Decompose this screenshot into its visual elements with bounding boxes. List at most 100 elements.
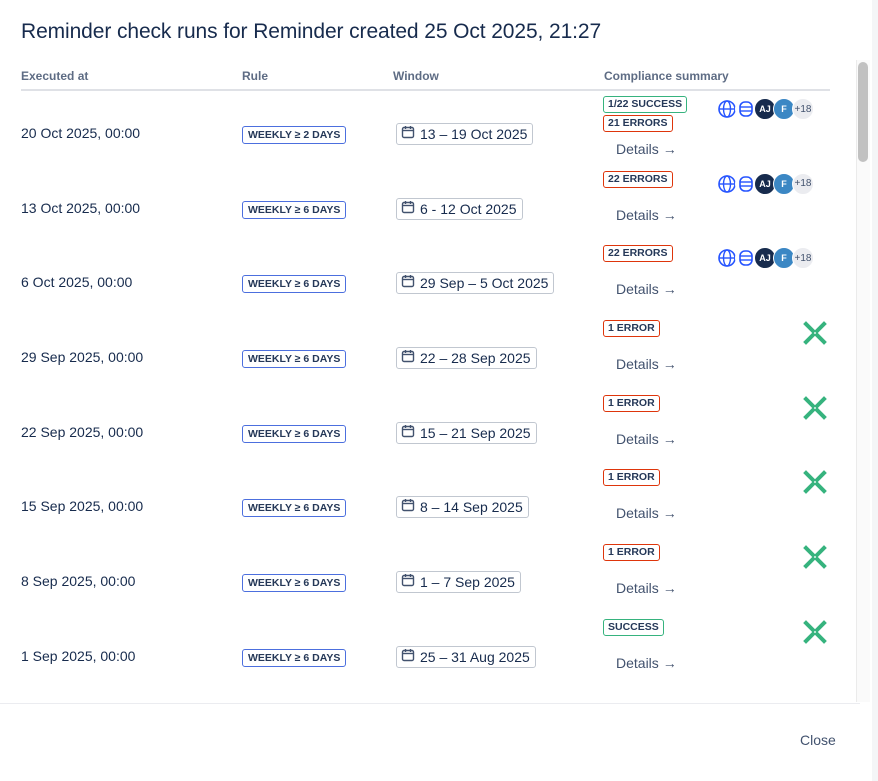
- check-status-icon: [802, 469, 830, 497]
- details-label: Details: [616, 356, 659, 373]
- executed-at-cell: 8 Sep 2025, 00:00: [21, 573, 136, 590]
- compliance-summary-cell: 1 ERROR Details →: [603, 544, 833, 614]
- assignee-avatars[interactable]: AJ F +18: [716, 172, 814, 195]
- window-text: 29 Sep – 5 Oct 2025: [420, 275, 549, 292]
- executed-at-cell: 1 Sep 2025, 00:00: [21, 647, 136, 664]
- rule-lozenge: WEEKLY ≥ 6 DAYS: [242, 200, 347, 219]
- arrow-right-icon: →: [662, 580, 677, 597]
- assignee-avatars[interactable]: AJ F +18: [716, 247, 814, 270]
- executed-at-cell: 15 Sep 2025, 00:00: [21, 498, 144, 515]
- details-link[interactable]: Details →: [616, 655, 677, 671]
- window-text: 8 – 14 Sep 2025: [420, 499, 523, 516]
- close-button[interactable]: Close: [790, 724, 846, 756]
- error-badge: 22 ERRORS: [603, 170, 673, 188]
- compliance-summary-cell: 1 ERROR Details →: [603, 320, 833, 390]
- modal-title: Reminder check runs for Reminder created…: [21, 20, 602, 43]
- window-date-range: 1 – 7 Sep 2025: [396, 571, 521, 594]
- details-link[interactable]: Details →: [616, 431, 677, 447]
- table-row: 29 Sep 2025, 00:00 WEEKLY ≥ 6 DAYS 22 – 28…: [0, 317, 860, 392]
- compliance-summary-cell: SUCCESS Details →: [603, 618, 833, 689]
- compliance-summary-cell: 22 ERRORS Details → AJ F +18: [603, 245, 833, 315]
- calendar-icon: [401, 497, 415, 517]
- reminder-runs-modal: Reminder check runs for Reminder created…: [0, 0, 878, 781]
- compliance-summary-cell: 1 ERROR Details →: [603, 394, 833, 465]
- calendar-icon: [401, 572, 415, 592]
- details-label: Details: [616, 430, 659, 447]
- calendar-icon: [401, 124, 415, 144]
- check-status-icon: [802, 619, 830, 647]
- details-label: Details: [616, 141, 659, 157]
- details-label: Details: [616, 206, 659, 223]
- status-badges: 1 ERROR: [603, 544, 833, 563]
- runs-table: Executed at Rule Window Compliance summa…: [0, 60, 860, 702]
- details-label: Details: [616, 505, 659, 522]
- rule-lozenge: WEEKLY ≥ 6 DAYS: [242, 424, 347, 443]
- window-date-range: 29 Sep – 5 Oct 2025: [396, 272, 555, 295]
- error-badge: 22 ERRORS: [603, 245, 673, 263]
- arrow-right-icon: →: [662, 206, 677, 223]
- calendar-icon: [401, 199, 415, 219]
- executed-at-cell: 22 Sep 2025, 00:00: [21, 423, 144, 440]
- window-date-range: 25 – 31 Aug 2025: [396, 645, 536, 668]
- details-link[interactable]: Details →: [616, 356, 677, 372]
- details-label: Details: [616, 654, 659, 671]
- more-avatars-count[interactable]: +18: [792, 172, 814, 195]
- column-header-compliance-summary: Compliance summary: [604, 69, 729, 83]
- status-badges: 1 ERROR: [603, 320, 833, 339]
- details-link[interactable]: Details →: [616, 505, 677, 521]
- table-row: 15 Sep 2025, 00:00 WEEKLY ≥ 6 DAYS 8 – 14 …: [0, 466, 860, 541]
- calendar-icon: [401, 273, 415, 293]
- calendar-icon: [401, 647, 415, 667]
- window-date-range: 8 – 14 Sep 2025: [396, 496, 529, 519]
- executed-at-cell: 13 Oct 2025, 00:00: [21, 199, 141, 216]
- window-date-range: 15 – 21 Sep 2025: [396, 421, 537, 444]
- window-text: 15 – 21 Sep 2025: [420, 424, 531, 441]
- check-status-icon: [802, 395, 830, 423]
- rule-lozenge: WEEKLY ≥ 6 DAYS: [242, 275, 347, 294]
- error-badge: 1 ERROR: [603, 394, 660, 412]
- rule-lozenge: WEEKLY ≥ 6 DAYS: [242, 648, 347, 667]
- table-row: 6 Oct 2025, 00:00 WEEKLY ≥ 6 DAYS 29 Sep –…: [0, 242, 860, 317]
- window-text: 1 – 7 Sep 2025: [420, 574, 515, 591]
- window-date-range: 22 – 28 Sep 2025: [396, 347, 537, 370]
- window-date-range: 13 – 19 Oct 2025: [396, 123, 534, 145]
- error-badge: 1 ERROR: [603, 320, 660, 338]
- calendar-icon: [401, 348, 415, 368]
- executed-at-cell: 29 Sep 2025, 00:00: [21, 349, 144, 366]
- table-row: 20 Oct 2025, 00:00 WEEKLY ≥ 2 DAYS 13 – 19…: [0, 93, 860, 168]
- column-header-window: Window: [393, 69, 439, 83]
- arrow-right-icon: →: [662, 141, 677, 157]
- table-header: Executed at Rule Window Compliance summa…: [21, 60, 830, 91]
- details-link[interactable]: Details →: [616, 207, 677, 223]
- assignee-avatars[interactable]: AJ F +18: [716, 98, 814, 120]
- details-link[interactable]: Details →: [616, 141, 677, 157]
- arrow-right-icon: →: [662, 430, 677, 447]
- window-text: 25 – 31 Aug 2025: [420, 648, 530, 665]
- rule-lozenge: WEEKLY ≥ 2 DAYS: [242, 126, 347, 144]
- check-status-icon: [802, 320, 830, 348]
- window-text: 22 – 28 Sep 2025: [420, 350, 531, 367]
- arrow-right-icon: →: [662, 356, 677, 373]
- more-avatars-count[interactable]: +18: [792, 247, 814, 270]
- arrow-right-icon: →: [662, 505, 677, 522]
- status-badges: 1 ERROR: [603, 394, 833, 414]
- compliance-summary-cell: 1 ERROR Details →: [603, 469, 833, 539]
- calendar-icon: [401, 423, 415, 443]
- table-row: 1 Sep 2025, 00:00 WEEKLY ≥ 6 DAYS 25 – 31 …: [0, 616, 860, 691]
- compliance-summary-cell: 22 ERRORS Details → AJ F +18: [603, 170, 833, 241]
- error-badge: 1 ERROR: [603, 469, 660, 487]
- window-edge: [872, 0, 878, 781]
- rule-lozenge: WEEKLY ≥ 6 DAYS: [242, 574, 347, 593]
- details-link[interactable]: Details →: [616, 580, 677, 596]
- error-badge: 1 ERROR: [603, 544, 660, 562]
- table-row: 8 Sep 2025, 00:00 WEEKLY ≥ 6 DAYS 1 – 7 Se…: [0, 541, 860, 616]
- error-badge: 21 ERRORS: [603, 115, 673, 132]
- details-label: Details: [616, 580, 659, 597]
- details-link[interactable]: Details →: [616, 281, 677, 297]
- check-status-icon: [802, 544, 830, 572]
- details-label: Details: [616, 281, 659, 298]
- window-date-range: 6 - 12 Oct 2025: [396, 197, 523, 220]
- more-avatars-count[interactable]: +18: [792, 98, 814, 120]
- executed-at-cell: 20 Oct 2025, 00:00: [21, 125, 141, 141]
- table-row: 22 Sep 2025, 00:00 WEEKLY ≥ 6 DAYS 15 – 21…: [0, 392, 860, 467]
